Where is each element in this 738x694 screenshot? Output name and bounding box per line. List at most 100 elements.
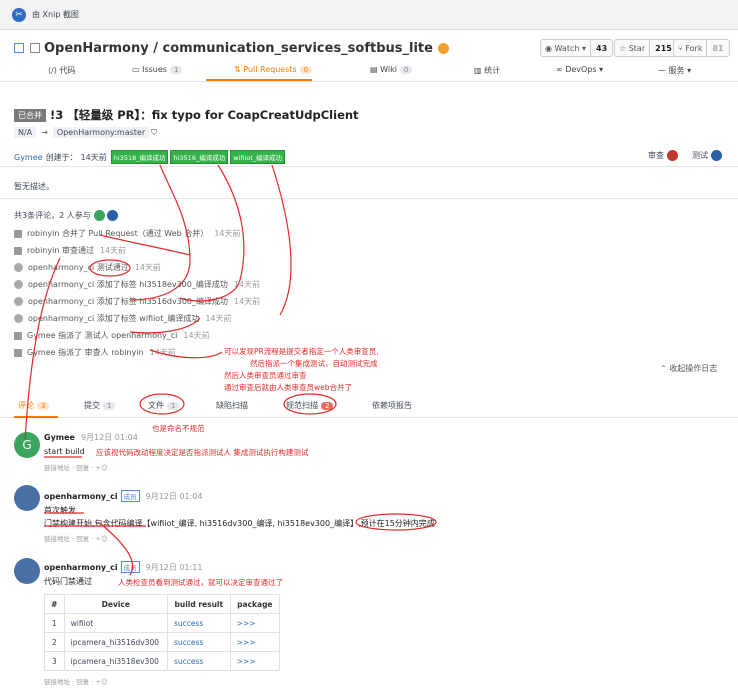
pr-title: !3 【轻量级 PR】：fix typo for CoapCreatUdpCli… [50,108,359,122]
subtab-files[interactable]: 文件 1 [148,400,180,411]
note: 通过审查后就由人类审查员web合并了 [224,383,353,392]
comment-body: start build [44,447,85,456]
note: 可以发现PR流程是提交者指定一个人类审查员, [224,347,379,356]
window-titlebar: ✂ 由 Xnip 截图 [0,0,738,30]
note: 也是命名不规范 [152,424,205,433]
created-label: 创建于： [45,152,78,162]
column-header: Device [63,594,168,614]
tab-pull-requests[interactable]: ⇅ Pull Requests 0 [234,65,313,74]
pr-subtabs: 评论 3 提交 1 文件 1 缺陷扫描 规范扫描 2 依赖项报告 [0,396,738,418]
repo-header: OpenHarmony / communication_services_sof… [0,36,738,60]
shield-icon: ⛉ [151,127,158,137]
comment-header: openharmony_ci 成员 9月12日 01:11 [44,561,202,573]
comment-body: 代码门禁通过 [44,577,92,586]
avatar[interactable] [14,485,40,511]
xnip-logo-icon: ✂ [12,7,26,22]
recommend-icon [437,42,449,54]
tab-devops[interactable]: ∞ DevOps ▾ [556,65,603,74]
activity-approved: robinyin 审查通过 14天前 [14,245,126,256]
reviewer-avatar[interactable] [667,150,678,161]
divider [0,198,738,199]
comment-body: 首次触发 [44,506,76,515]
comment-actions[interactable]: 链接地址 · 回复 · +☺ [44,533,108,543]
subtab-dependency-report[interactable]: 依赖项报告 [372,400,412,411]
comment-body: 门禁构建开始,包含代码编译【wifiiot_编译, hi3516dv300_编译… [44,519,435,528]
comment-actions[interactable]: 链接地址 · 回复 · +☺ [44,462,108,472]
pr-author[interactable]: Gymee [14,153,43,162]
build-result-table: # Device build result package 1 wifiiot … [44,594,281,671]
note: 然后人类审查员通过审查 [224,371,307,380]
tab-services[interactable]: ⁓ 服务 ▾ [658,65,691,76]
tab-wiki[interactable]: ▤ Wiki 0 [370,65,413,74]
participant-avatar[interactable] [93,210,105,221]
created-time: 14天前 [80,152,107,162]
comment-header: openharmony_ci 成员 9月12日 01:04 [44,490,202,502]
branch-from: N/A [14,127,37,138]
avatar[interactable]: G [14,432,40,458]
reviewers: 审查 测试 [648,150,722,161]
activity-label: openharmony_ci 添加了标签 hi3518ev300_编译成功 14天… [14,279,260,290]
arrow-icon: → [41,128,48,137]
tag-icon [14,280,23,289]
user-add-icon [14,348,22,357]
participant-avatar[interactable] [106,210,118,221]
repo-tabs: ⟨/⟩ 代码 ▭ Issues 1 ⇅ Pull Requests 0 ▤ Wiki… [0,62,738,82]
activity-label: openharmony_ci 添加了标签 wifiiot_编译成功 14天前 [14,313,232,324]
merge-icon [14,229,22,238]
comment-time: 9月12日 01:04 [80,433,138,442]
note: 人类检查员看到测试通过，就可以决定审查通过了 [118,578,283,587]
tag-icon [14,297,23,306]
check-circle-icon [14,263,23,272]
subtab-defect-scan[interactable]: 缺陷扫描 [216,400,248,411]
tab-stats[interactable]: ▥ 统计 [474,65,500,76]
activity-tested: openharmony_ci 测试通过 14天前 [14,262,161,273]
collapse-log-link[interactable]: ⌃ 收起操作日志 [660,363,717,374]
active-tab-underline [206,79,312,81]
activity-assign-tester: Gymee 指派了 测试人 openharmony_ci 14天前 [14,330,210,341]
tab-code[interactable]: ⟨/⟩ 代码 [48,65,75,76]
activity-assign-reviewer: Gymee 指派了 审查人 robinyin 14天前 [14,347,176,358]
comment-actions[interactable]: 链接地址 · 回复 · +☺ [44,676,108,686]
fork-button[interactable]: ⑂ Fork 81 [673,39,730,57]
subtab-commits[interactable]: 提交 1 [84,400,116,411]
comment-time: 9月12日 01:11 [145,562,203,572]
note: 然后指派一个集成测试，自动测试完成 [250,359,378,368]
table-row: 2 ipcamera_hi3516dv300 success >>> [44,632,281,652]
user-add-icon [14,331,22,340]
subtab-comments[interactable]: 评论 3 [18,400,50,411]
comment-time: 9月12日 01:04 [145,491,203,501]
activity-merged: robinyin 合并了 Pull Request（通过 Web 合并） 14天前 [14,228,240,239]
app-title: 由 Xnip 截图 [32,10,79,19]
active-subtab-underline [14,416,58,418]
watch-button[interactable]: ◉ Watch ▾ 43 [540,39,614,57]
member-badge: 成员 [120,490,140,502]
star-button[interactable]: ☆ Star 215 [614,39,678,57]
label-hi3518[interactable]: hi3518_编译成功 [110,150,169,164]
comment-author[interactable]: openharmony_ci [44,492,118,501]
tab-issues[interactable]: ▭ Issues 1 [132,65,183,74]
test-label: 测试 [692,151,708,160]
pr-description: 暂无描述。 [14,182,54,191]
comment-header: Gymee 9月12日 01:04 [44,432,138,443]
repo-title[interactable]: OpenHarmony / communication_services_sof… [44,41,433,56]
approve-icon [14,246,22,255]
table-row: 3 ipcamera_hi3518ev300 success >>> [44,651,281,671]
merged-badge: 已合并 [14,108,46,122]
table-row: 1 wifiiot success >>> [44,613,281,633]
column-header: package [229,594,281,614]
tag-icon [14,314,23,323]
avatar[interactable] [14,558,40,584]
comment-author[interactable]: Gymee [44,433,75,442]
tester-avatar[interactable] [711,150,722,161]
label-wifiiot[interactable]: wifiiot_编译成功 [230,150,286,164]
note: 应该视代码改动程度决定是否指派测试人 集成测试执行构建测试 [96,448,309,457]
branch-info: N/A → OpenHarmony:master ⛉ [14,127,157,138]
column-header: build result [166,594,231,614]
review-label: 审查 [648,151,664,160]
pr-header: 已合并 !3 【轻量级 PR】：fix typo for CoapCreatUd… [14,107,359,123]
subtab-style-scan[interactable]: 规范扫描 2 [286,400,334,411]
repo-icon [14,43,24,53]
label-hi3516[interactable]: hi3516_编译成功 [170,150,229,164]
comment-author[interactable]: openharmony_ci [44,563,118,572]
branch-to[interactable]: OpenHarmony:master [52,127,150,138]
